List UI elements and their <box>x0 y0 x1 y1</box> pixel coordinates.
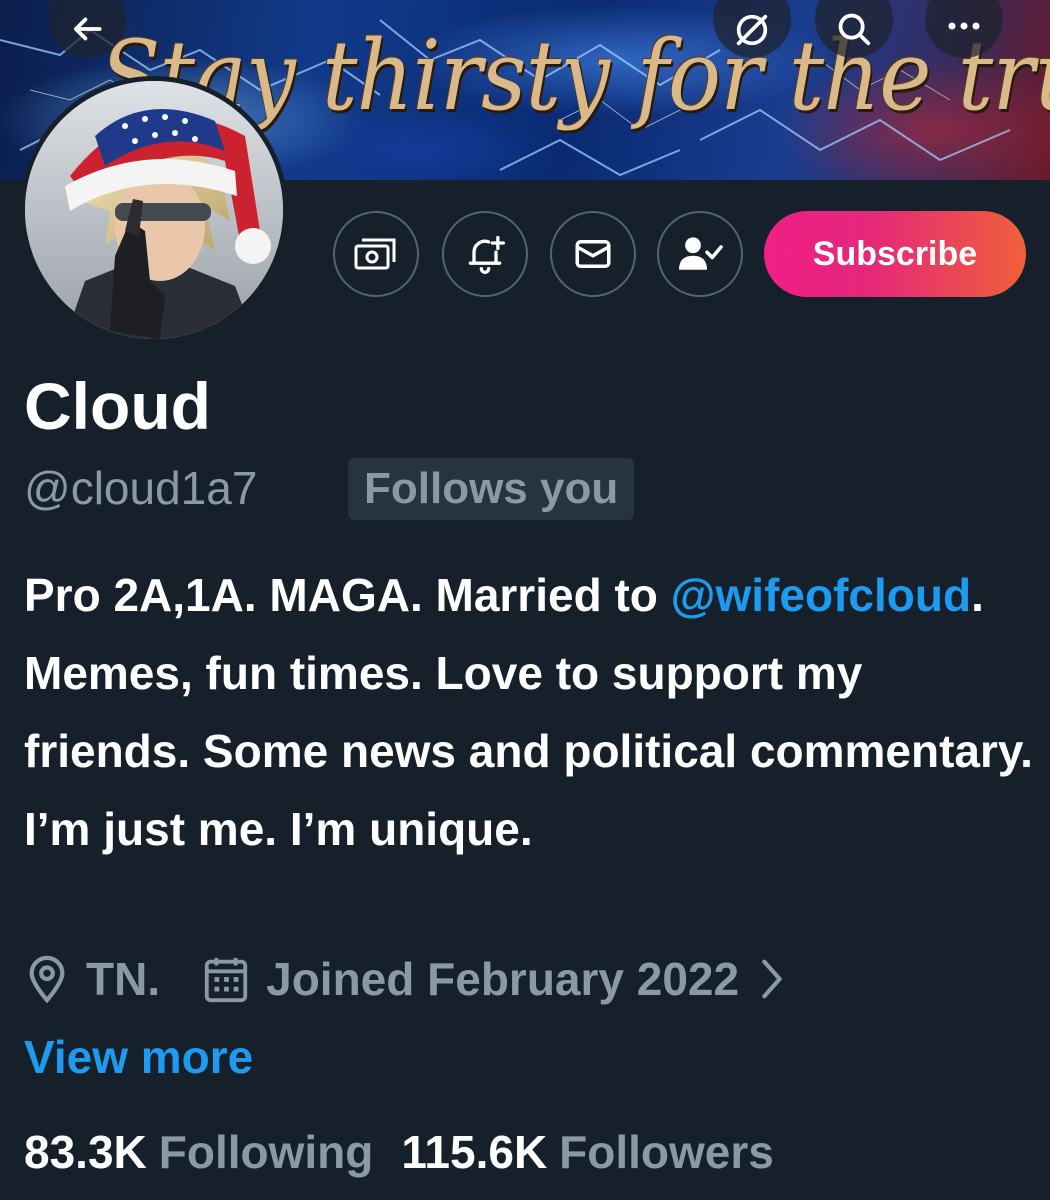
following-button[interactable] <box>657 211 743 297</box>
chevron-right-icon[interactable] <box>757 956 787 1002</box>
avatar-image <box>25 81 283 339</box>
arrow-left-icon <box>74 17 102 41</box>
message-button[interactable] <box>550 211 636 297</box>
notify-button[interactable] <box>442 211 528 297</box>
more-horizontal-icon <box>948 22 980 30</box>
follow-stats: 83.3K Following 115.6K Followers <box>24 1125 774 1179</box>
view-more-link[interactable]: View more <box>24 1030 253 1084</box>
profile-meta: TN. Joined February 2022 <box>24 946 803 1012</box>
followers-label: Followers <box>559 1126 774 1178</box>
joined-date: Joined February 2022 <box>266 953 740 1005</box>
money-tip-icon <box>354 238 396 270</box>
subscribe-button[interactable]: Subscribe <box>764 211 1026 297</box>
following-stat[interactable]: 83.3K Following <box>24 1125 373 1179</box>
envelope-icon <box>575 240 611 268</box>
following-label: Following <box>158 1126 374 1178</box>
bell-plus-icon <box>468 235 505 274</box>
avatar[interactable] <box>20 76 288 344</box>
follows-you-badge: Follows you <box>348 458 635 520</box>
person-check-icon <box>679 237 723 270</box>
calendar-icon <box>202 954 250 1004</box>
followers-stat[interactable]: 115.6K Followers <box>401 1125 774 1179</box>
bio-mention-link[interactable]: @wifeofcloud <box>671 569 971 621</box>
tip-button[interactable] <box>333 211 419 297</box>
bio: Pro 2A,1A. MAGA. Married to @wifeofcloud… <box>24 556 1034 868</box>
following-count: 83.3K <box>24 1126 147 1178</box>
bio-text: Pro 2A,1A. MAGA. Married to <box>24 569 671 621</box>
grok-icon <box>736 14 768 46</box>
location-icon <box>24 954 70 1004</box>
followers-count: 115.6K <box>401 1126 548 1178</box>
search-icon <box>838 13 871 46</box>
display-name: Cloud <box>24 369 211 443</box>
location-text: TN. <box>86 953 161 1005</box>
handle: @cloud1a7 <box>24 462 258 514</box>
